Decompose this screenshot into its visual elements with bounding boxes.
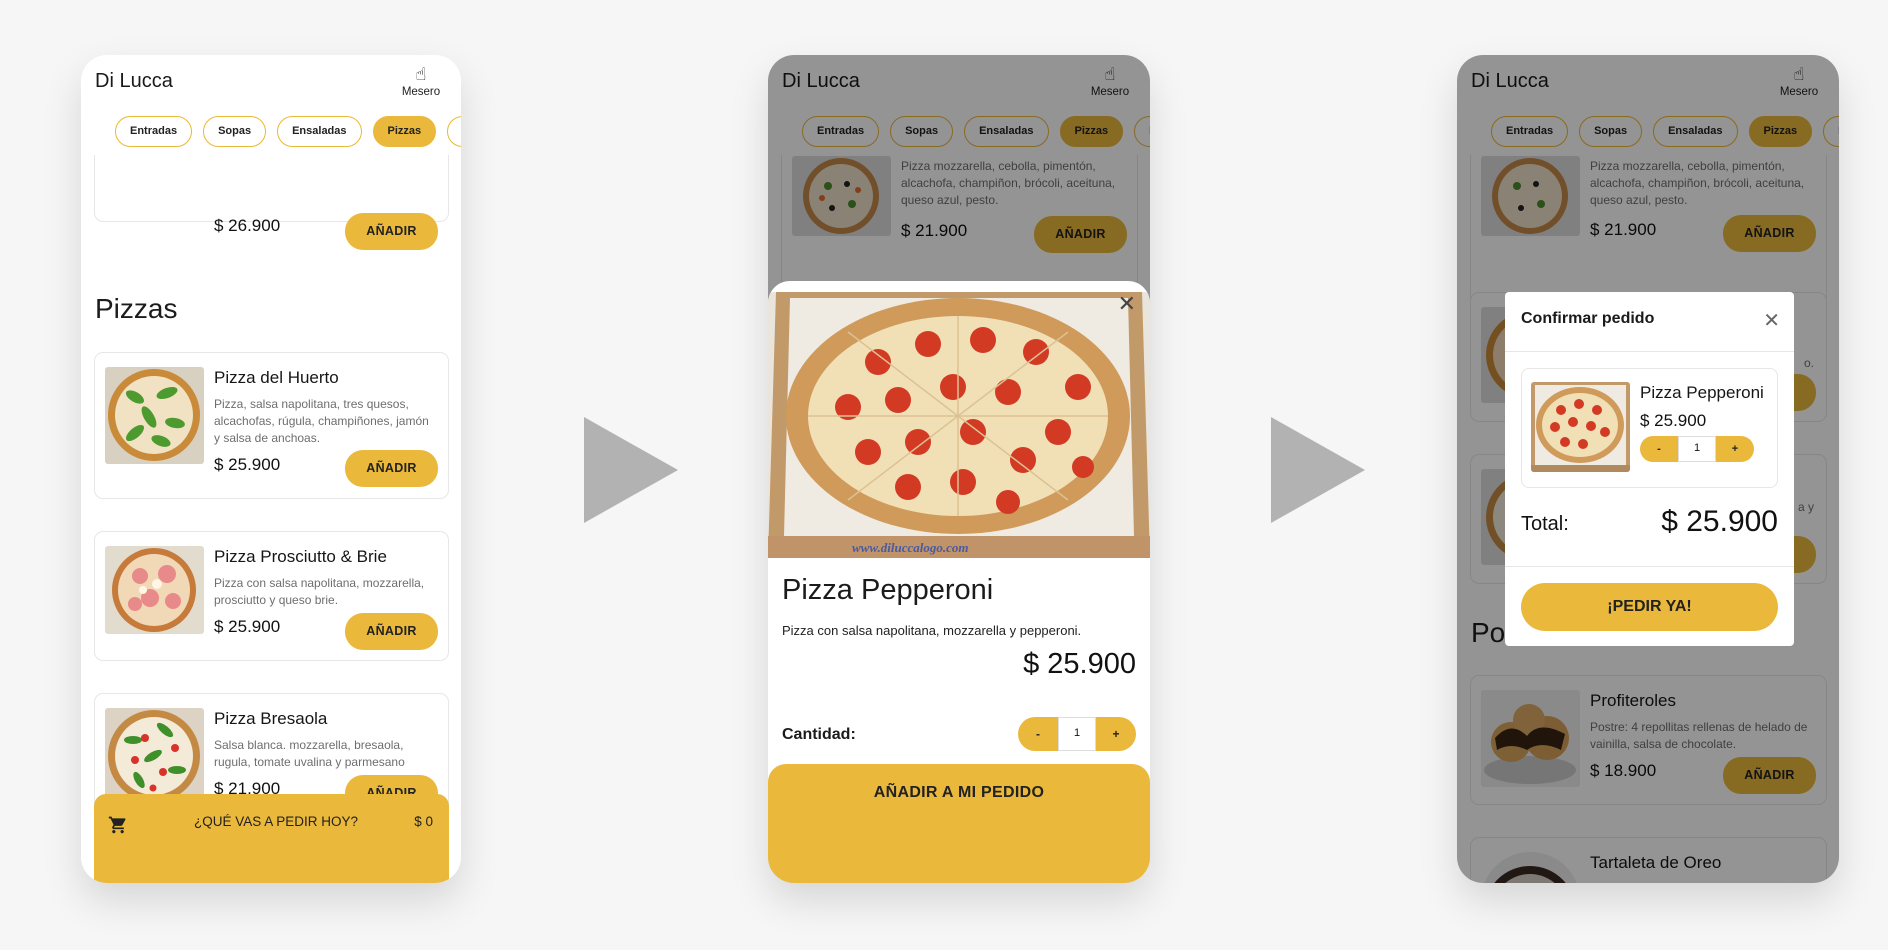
- place-order-button[interactable]: ¡PEDIR YA!: [1521, 583, 1778, 631]
- flow-arrow-icon: [584, 417, 678, 523]
- pizza-bresaola-image: [105, 708, 204, 805]
- product-detail-sheet: www.diluccalogo.com ✕ Pizza Pepperoni Pi…: [768, 281, 1150, 883]
- category-tabs: Entradas Sopas Ensaladas Pizzas P: [115, 116, 461, 148]
- increment-button[interactable]: +: [1716, 436, 1754, 462]
- item-desc: Salsa blanca. mozzarella, bresaola, rugu…: [214, 738, 405, 769]
- quantity-input[interactable]: 1: [1058, 717, 1096, 751]
- tab-partial[interactable]: P: [447, 116, 461, 147]
- phone-product-detail: Di Lucca ☝ Mesero Entradas Sopas Ensaladas…: [768, 55, 1150, 883]
- cart-bar[interactable]: ¿QUÉ VAS A PEDIR HOY? $ 0: [94, 794, 449, 883]
- flow-arrow-icon: [1271, 417, 1365, 523]
- product-price: $ 25.900: [1023, 648, 1136, 680]
- close-icon[interactable]: ✕: [1763, 308, 1780, 333]
- cart-icon: [108, 815, 128, 840]
- item-price: $ 25.900: [214, 455, 281, 474]
- item-name: Pizza Bresaola: [214, 709, 328, 728]
- order-item: Pizza Pepperoni $ 25.900 - 1 +: [1521, 368, 1778, 488]
- pizza-pepperoni-photo: www.diluccalogo.com: [768, 292, 1150, 558]
- pointing-hand-icon: ☝: [415, 64, 427, 84]
- menu-card: Pizza Prosciutto & Brie Pizza con salsa …: [94, 531, 449, 661]
- cart-amount: $ 0: [414, 814, 433, 829]
- item-desc: Pizza, salsa napolitana, tres quesos, al…: [214, 397, 429, 445]
- order-item-name: Pizza Pepperoni: [1640, 383, 1764, 402]
- tab-pizzas[interactable]: Pizzas: [372, 116, 437, 147]
- increment-button[interactable]: +: [1096, 717, 1136, 751]
- decrement-button[interactable]: -: [1018, 717, 1058, 751]
- add-button[interactable]: AÑADIR: [345, 613, 438, 650]
- divider: [1505, 566, 1794, 567]
- pizza-pepperoni-image: [1531, 382, 1630, 472]
- quantity-stepper: - 1 +: [1640, 436, 1754, 462]
- tab-sopas[interactable]: Sopas: [203, 116, 267, 147]
- total-label: Total:: [1521, 513, 1569, 535]
- quantity-label: Cantidad:: [782, 726, 856, 743]
- decrement-button[interactable]: -: [1640, 436, 1678, 462]
- waiter-button[interactable]: ☝ Mesero: [397, 63, 445, 98]
- quantity-input[interactable]: 1: [1678, 436, 1716, 462]
- add-to-order-button[interactable]: AÑADIR A MI PEDIDO: [768, 764, 1150, 883]
- item-name: Pizza Prosciutto & Brie: [214, 547, 387, 566]
- item-price: $ 26.900: [214, 216, 281, 235]
- menu-card: Pizza del Huerto Pizza, salsa napolitana…: [94, 352, 449, 499]
- confirm-order-dialog: Confirmar pedido ✕ Pizza Pepperoni $ 25.…: [1505, 292, 1794, 646]
- item-name: Pizza del Huerto: [214, 368, 339, 387]
- close-icon[interactable]: ✕: [1118, 291, 1136, 317]
- brand-title: Di Lucca: [95, 70, 173, 92]
- phone-confirm-order: Di Lucca ☝ Mesero Entradas Sopas Ensaladas…: [1457, 55, 1839, 883]
- add-button[interactable]: AÑADIR: [345, 213, 438, 250]
- tab-ensaladas[interactable]: Ensaladas: [277, 116, 362, 147]
- pizza-huerto-image: [105, 367, 204, 464]
- add-button[interactable]: AÑADIR: [345, 450, 438, 487]
- total-value: $ 25.900: [1661, 505, 1778, 538]
- app-header: Di Lucca ☝ Mesero Entradas Sopas Ensaladas…: [81, 55, 461, 155]
- tab-entradas[interactable]: Entradas: [115, 116, 193, 147]
- product-description: Pizza con salsa napolitana, mozzarella y…: [782, 623, 1082, 638]
- divider: [1505, 351, 1794, 352]
- pizza-prosciutto-image: [105, 546, 204, 634]
- quantity-stepper: - 1 +: [1018, 717, 1136, 751]
- product-title: Pizza Pepperoni: [782, 574, 994, 606]
- box-watermark: www.diluccalogo.com: [852, 540, 969, 555]
- cart-prompt: ¿QUÉ VAS A PEDIR HOY?: [194, 814, 359, 829]
- item-price: $ 25.900: [214, 617, 281, 636]
- item-desc: Pizza con salsa napolitana, mozzarella, …: [214, 576, 425, 607]
- waiter-label: Mesero: [401, 86, 441, 98]
- order-item-price: $ 25.900: [1640, 411, 1707, 430]
- dialog-title: Confirmar pedido: [1521, 310, 1655, 327]
- phone-menu-screen: Di Lucca ☝ Mesero Entradas Sopas Ensaladas…: [81, 55, 461, 883]
- section-title: Pizzas: [95, 293, 178, 324]
- showcase: Di Lucca ☝ Mesero Entradas Sopas Ensaladas…: [0, 0, 1888, 950]
